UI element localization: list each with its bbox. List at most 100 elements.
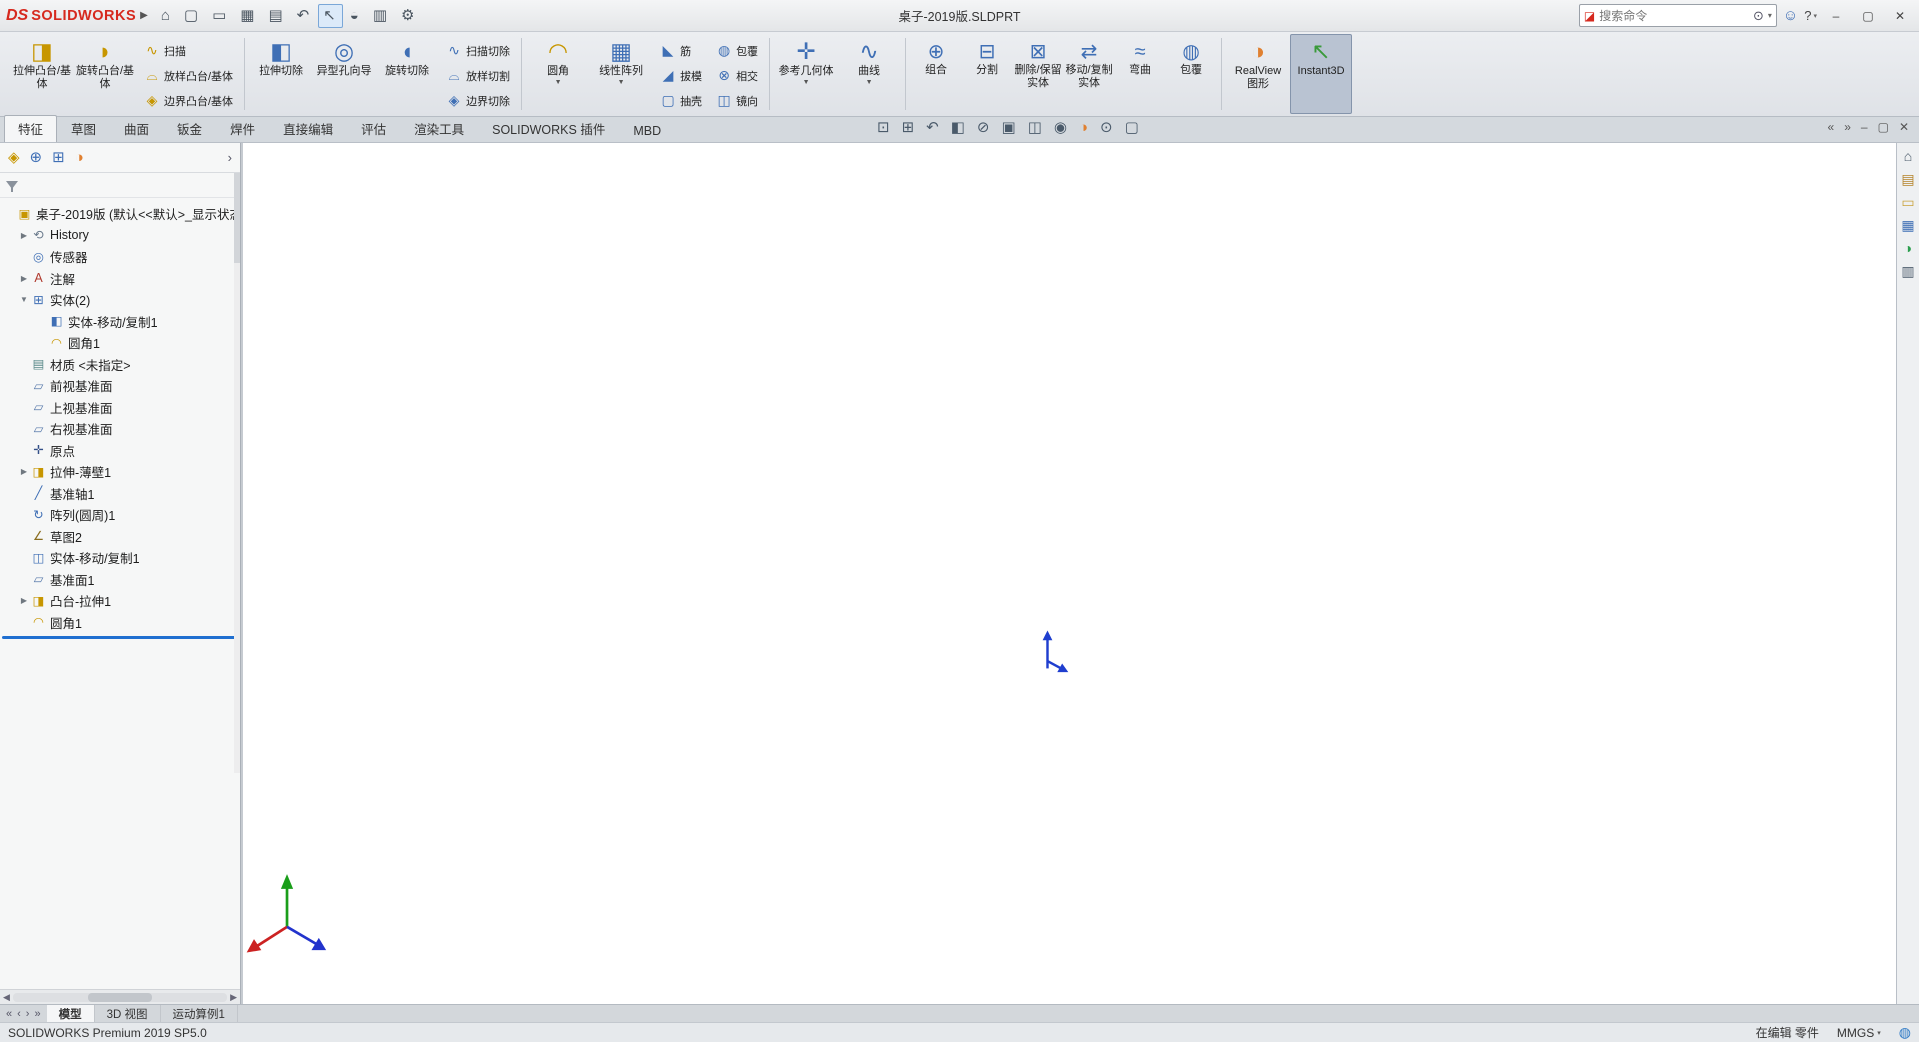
selection-filter-icon[interactable]: ◒	[345, 4, 366, 28]
annotation-view-icon[interactable]: ⊘	[975, 118, 993, 137]
design-library-icon[interactable]: ▤	[1901, 172, 1914, 186]
boundary-boss-button[interactable]: ◈ 边界凸台/基体	[137, 88, 239, 113]
close-button[interactable]: ✕	[1887, 4, 1913, 28]
boundary-cut-button[interactable]: ◈ 边界切除	[439, 88, 516, 113]
select-cursor-icon[interactable]: ↖	[318, 3, 343, 28]
hide-show-items-icon[interactable]: ◉	[1052, 118, 1070, 137]
previous-view-icon[interactable]: ↶	[924, 118, 942, 137]
ribbon-tab[interactable]: 直接编辑	[269, 115, 347, 142]
graphics-viewport[interactable]	[243, 143, 1896, 1004]
fillet-button[interactable]: ◠ 圆角 ▼	[527, 34, 589, 114]
pane-left-icon[interactable]: «	[1828, 120, 1835, 134]
custom-properties-icon[interactable]: ▥	[1901, 264, 1914, 278]
ribbon-tab[interactable]: 特征	[4, 115, 58, 142]
lofted-boss-button[interactable]: ⌓ 放样凸台/基体	[137, 63, 239, 88]
tree-item[interactable]: ✛ 原点	[0, 440, 240, 462]
zoom-fit-icon[interactable]: ⊡	[875, 118, 893, 137]
tree-item[interactable]: ∠ 草图2	[0, 526, 240, 548]
options-list-icon[interactable]: ▥	[368, 4, 394, 28]
tree-item[interactable]: ▶ ◨ 拉伸-薄壁1	[0, 461, 240, 483]
curves-button[interactable]: ∿ 曲线 ▼	[838, 34, 900, 114]
display-style-icon[interactable]: ◫	[1026, 118, 1045, 137]
tree-item[interactable]: ▼ ⊞ 实体(2)	[0, 289, 240, 311]
open-file-icon[interactable]: ▭	[207, 4, 233, 28]
view-orientation-icon[interactable]: ▣	[1000, 118, 1019, 137]
document-tab[interactable]: 3D 视图	[95, 1005, 161, 1022]
tree-item[interactable]: ▱ 基准面1	[0, 569, 240, 591]
zoom-area-icon[interactable]: ⊞	[900, 118, 918, 137]
command-search-box[interactable]: ◪ 搜索命令 ⊙ ▾	[1578, 4, 1777, 27]
view-palette-icon[interactable]: ▦	[1901, 218, 1914, 232]
rollback-bar[interactable]	[2, 636, 238, 639]
intersect-button[interactable]: ⊗ 相交	[709, 63, 764, 88]
minimize-button[interactable]: –	[1823, 4, 1849, 28]
panel-vertical-scrollbar[interactable]	[234, 173, 240, 773]
combine-button[interactable]: ⊕ 组合	[911, 34, 961, 114]
property-manager-tab-icon[interactable]: ⊕	[30, 150, 43, 165]
linear-pattern-button[interactable]: ▦ 线性阵列 ▼	[590, 34, 652, 114]
file-explorer-icon[interactable]: ▭	[1901, 195, 1914, 209]
ribbon-tab[interactable]: 钣金	[163, 115, 216, 142]
expand-arrow-icon[interactable]: ▶	[18, 231, 30, 240]
panel-horizontal-scrollbar[interactable]: ◀ ▶	[0, 989, 240, 1004]
tree-item[interactable]: ▱ 前视基准面	[0, 375, 240, 397]
save-icon[interactable]: ▦	[235, 4, 261, 28]
apply-scene-icon[interactable]: ⊙	[1098, 118, 1116, 137]
ribbon-tab[interactable]: 曲面	[110, 115, 163, 142]
doc-restore-icon[interactable]: ▢	[1878, 120, 1889, 134]
tree-item[interactable]: ▣ 桌子-2019版 (默认<<默认>_显示状态	[0, 203, 240, 225]
next-tab-icon[interactable]: ›	[26, 1008, 30, 1020]
menu-expand-icon[interactable]: ▶	[140, 10, 148, 21]
tree-item[interactable]: ↻ 阵列(圆周)1	[0, 504, 240, 526]
edit-appearance-icon[interactable]: ◑	[1077, 118, 1091, 137]
undo-icon[interactable]: ↶	[292, 4, 317, 28]
print-icon[interactable]: ▤	[263, 4, 289, 28]
document-tab[interactable]: 模型	[46, 1005, 95, 1022]
revolve-boss-button[interactable]: ◗ 旋转凸台/基体	[74, 34, 136, 114]
tree-item[interactable]: ◠ 圆角1	[0, 612, 240, 634]
wrap-button[interactable]: ◍ 包覆	[709, 38, 764, 63]
tree-item[interactable]: ▶ ⟲ History	[0, 225, 240, 247]
units-dropdown[interactable]: MMGS ▾	[1837, 1026, 1881, 1040]
restore-button[interactable]: ▢	[1855, 4, 1881, 28]
pane-right-icon[interactable]: »	[1844, 120, 1851, 134]
lofted-cut-button[interactable]: ⌓ 放样切割	[439, 63, 516, 88]
expand-arrow-icon[interactable]: ▼	[18, 295, 30, 304]
instant3d-button[interactable]: ↖ Instant3D	[1290, 34, 1353, 114]
delete-keep-body-button[interactable]: ⊠ 删除/保留实体	[1013, 34, 1063, 114]
extrude-cut-button[interactable]: ◧ 拉伸切除	[250, 34, 312, 114]
section-view-icon[interactable]: ◧	[949, 118, 968, 137]
web-help-icon[interactable]: ◍	[1899, 1024, 1911, 1041]
ribbon-tab[interactable]: 草图	[57, 115, 110, 142]
appearances-icon[interactable]: ◑	[1904, 241, 1912, 255]
new-file-icon[interactable]: ▢	[179, 4, 205, 28]
mirror-button[interactable]: ◫ 镜向	[709, 88, 764, 113]
ribbon-tab[interactable]: 评估	[347, 115, 400, 142]
split-button[interactable]: ⊟ 分割	[962, 34, 1012, 114]
display-manager-tab-icon[interactable]: ◑	[75, 150, 84, 165]
settings-gear-icon[interactable]: ⚙	[396, 4, 421, 28]
task-pane-home-icon[interactable]: ⌂	[1904, 149, 1912, 163]
extrude-boss-button[interactable]: ◨ 拉伸凸台/基体	[11, 34, 73, 114]
dropdown-icon[interactable]: ▼	[866, 79, 873, 86]
expand-arrow-icon[interactable]: ▶	[18, 274, 30, 283]
dropdown-icon[interactable]: ▼	[618, 79, 625, 86]
realview-graphics-button[interactable]: ◑ RealView 图形	[1227, 34, 1289, 114]
home-icon[interactable]: ⌂	[156, 4, 177, 28]
panel-expand-icon[interactable]: ›	[228, 150, 232, 165]
prev-tab-icon[interactable]: ‹	[17, 1008, 21, 1020]
user-account-icon[interactable]: ☺	[1783, 7, 1798, 24]
rib-button[interactable]: ◣ 筋	[653, 38, 708, 63]
hole-wizard-button[interactable]: ◎ 异型孔向导	[313, 34, 375, 114]
draft-button[interactable]: ◢ 拔模	[653, 63, 708, 88]
ribbon-tab[interactable]: 焊件	[216, 115, 269, 142]
tree-item[interactable]: ◠ 圆角1	[0, 332, 240, 354]
tree-item[interactable]: ▶ ◨ 凸台-拉伸1	[0, 590, 240, 612]
tree-item[interactable]: ▱ 右视基准面	[0, 418, 240, 440]
last-tab-icon[interactable]: »	[34, 1008, 40, 1020]
scroll-left-icon[interactable]: ◀	[3, 992, 10, 1003]
expand-arrow-icon[interactable]: ▶	[18, 467, 30, 476]
tree-item[interactable]: ◎ 传感器	[0, 246, 240, 268]
tree-item[interactable]: ▤ 材质 <未指定>	[0, 354, 240, 376]
feature-manager-tab-icon[interactable]: ◈	[8, 150, 20, 165]
